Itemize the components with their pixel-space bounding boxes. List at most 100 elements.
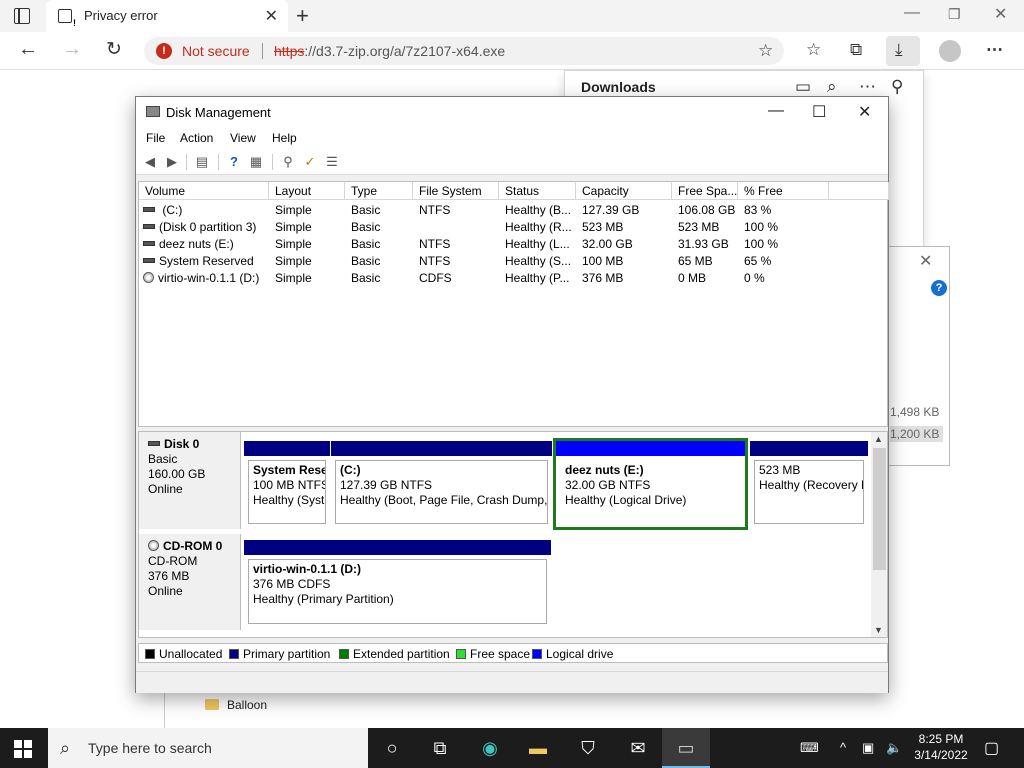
cell-type: Basic <box>351 220 381 234</box>
disk-management-taskbar-button[interactable]: ▭ <box>662 728 710 768</box>
downloads-button[interactable] <box>886 36 920 66</box>
open-folder-icon[interactable]: ▭ <box>795 77 811 97</box>
menu-help[interactable]: Help <box>272 131 297 145</box>
minimize-browser-button[interactable]: — <box>904 4 920 22</box>
scroll-up-icon[interactable]: ▲ <box>874 434 883 444</box>
disk-0-label[interactable]: Disk 0 Basic 160.00 GB Online <box>139 432 241 529</box>
cell-capacity: 100 MB <box>582 254 624 268</box>
table-row[interactable]: (Disk 0 partition 3) Simple Basic Healthy (… <box>139 219 887 236</box>
menu-view[interactable]: View <box>230 131 256 145</box>
column-header-volume[interactable]: Volume <box>139 182 269 200</box>
close-icon[interactable]: ✕ <box>919 251 932 271</box>
taskbar-search[interactable]: ⌕ Type here to search <box>48 728 368 768</box>
table-row[interactable]: deez nuts (E:) Simple Basic NTFS Healthy (L.… <box>139 236 887 253</box>
address-bar[interactable]: ! Not secure https://d3.7-zip.org/a/7z21… <box>144 37 784 65</box>
restore-browser-button[interactable]: ❐ <box>948 6 961 23</box>
close-browser-button[interactable]: ✕ <box>994 4 1007 24</box>
more-menu-icon[interactable]: ⋯ <box>986 40 1003 60</box>
column-header-type[interactable]: Type <box>345 182 413 200</box>
cdrom-0-label[interactable]: CD-ROM 0 CD-ROM 376 MB Online <box>139 534 241 630</box>
edge-icon[interactable]: ◉ <box>478 736 502 760</box>
volume-list[interactable]: Volume Layout Type File System Status Ca… <box>138 181 889 427</box>
profile-avatar[interactable] <box>939 40 961 62</box>
partition-bar <box>244 540 551 555</box>
column-header-status[interactable]: Status <box>499 182 576 200</box>
cell-type: Basic <box>351 271 381 285</box>
connect-icon[interactable]: ⚲ <box>280 154 296 170</box>
security-label[interactable]: Not secure <box>182 43 250 59</box>
back-icon[interactable]: ◀ <box>142 154 158 170</box>
task-view-icon[interactable]: ⧉ <box>428 736 452 760</box>
browser-tab[interactable]: Privacy error ✕ <box>46 0 288 32</box>
cd-icon <box>143 272 154 283</box>
disk-kind: CD-ROM <box>148 554 198 568</box>
cell-capacity: 32.00 GB <box>582 237 633 251</box>
partition-d-cdrom[interactable]: virtio-win-0.1.1 (D:) 376 MB CDFS Health… <box>244 540 551 628</box>
column-header-filesystem[interactable]: File System <box>413 182 499 200</box>
settings-icon[interactable]: ☰ <box>324 154 340 170</box>
table-row[interactable]: (C:) Simple Basic NTFS Healthy (B... 127.39 G… <box>139 202 887 219</box>
menu-file[interactable]: File <box>146 131 165 145</box>
add-favorite-icon[interactable]: ☆ <box>758 41 773 61</box>
collections-icon[interactable]: ⧉ <box>850 40 862 60</box>
check-icon[interactable]: ✓ <box>302 154 318 170</box>
clock[interactable]: 8:25 PM 3/14/2022 <box>908 731 974 763</box>
show-hide-tree-icon[interactable]: ▤ <box>194 154 210 170</box>
partition-system-reserved[interactable]: System Rese 100 MB NTFS Healthy (Syste <box>244 441 330 528</box>
close-tab-icon[interactable]: ✕ <box>265 6 278 26</box>
partition-c[interactable]: (C:) 127.39 GB NTFS Healthy (Boot, Page … <box>331 441 552 528</box>
table-row[interactable]: System Reserved Simple Basic NTFS Healthy (S… <box>139 253 887 270</box>
minimize-button[interactable]: — <box>768 102 784 120</box>
properties-icon[interactable]: ▦ <box>248 154 264 170</box>
favorites-icon[interactable]: ☆ <box>806 40 821 60</box>
keyboard-icon[interactable]: ⌨ <box>800 740 819 756</box>
network-icon[interactable]: ▣ <box>862 740 874 756</box>
back-button[interactable]: ← <box>18 38 38 61</box>
scroll-down-icon[interactable]: ▼ <box>874 625 883 635</box>
store-icon[interactable]: ⛉ <box>576 736 600 760</box>
close-button[interactable]: ✕ <box>858 102 871 122</box>
column-header-capacity[interactable]: Capacity <box>576 182 672 200</box>
column-header-blank <box>829 182 889 200</box>
show-hidden-icons-icon[interactable]: ^ <box>840 740 846 755</box>
volume-icon[interactable]: 🔈 <box>886 740 902 756</box>
forward-button[interactable]: → <box>62 38 82 61</box>
refresh-button[interactable]: ↻ <box>106 38 122 61</box>
cell-fs: NTFS <box>419 203 451 217</box>
tab-actions-icon[interactable] <box>14 8 30 24</box>
column-header-layout[interactable]: Layout <box>269 182 345 200</box>
start-button[interactable] <box>14 740 32 758</box>
partition-e-selected[interactable]: deez nuts (E:) 32.00 GB NTFS Healthy (Lo… <box>553 438 748 530</box>
scroll-thumb[interactable] <box>873 448 886 570</box>
help-icon[interactable]: ? <box>226 154 242 170</box>
url-rest: ://d3.7-zip.org/a/7z2107-x64.exe <box>304 43 506 59</box>
column-header-percent-free[interactable]: % Free <box>738 182 829 200</box>
file-explorer-icon[interactable]: ▬ <box>526 736 550 760</box>
forward-icon[interactable]: ▶ <box>164 154 180 170</box>
window-title: Disk Management <box>166 105 271 120</box>
disk-name: CD-ROM 0 <box>148 539 231 554</box>
partition-bar <box>244 441 330 456</box>
pin-icon[interactable]: ⚲ <box>891 77 903 97</box>
new-tab-button[interactable]: + <box>296 3 309 29</box>
cortana-icon[interactable]: ○ <box>380 736 404 760</box>
help-icon[interactable]: ? <box>931 280 947 296</box>
legend-unallocated: Unallocated <box>145 647 222 661</box>
menu-action[interactable]: Action <box>180 131 213 145</box>
cell-volume: System Reserved <box>143 254 267 268</box>
downloads-more-icon[interactable]: ⋯ <box>859 77 876 97</box>
table-row[interactable]: virtio-win-0.1.1 (D:) Simple Basic CDFS Heal… <box>139 270 887 287</box>
disk-kind: Basic <box>148 452 178 466</box>
notifications-icon[interactable]: ▢ <box>984 738 999 758</box>
partition-recovery[interactable]: 523 MB Healthy (Recovery P <box>750 441 868 528</box>
column-header-free-space[interactable]: Free Spa... <box>672 182 738 200</box>
search-placeholder: Type here to search <box>88 740 212 756</box>
url-text[interactable]: https://d3.7-zip.org/a/7z2107-x64.exe <box>274 43 505 59</box>
cell-fs: NTFS <box>419 254 451 268</box>
maximize-button[interactable]: ☐ <box>812 102 826 122</box>
search-downloads-icon[interactable]: ⌕ <box>827 77 837 97</box>
folder-item[interactable]: Balloon <box>205 698 267 712</box>
drive-icon <box>143 258 155 263</box>
vertical-scrollbar[interactable]: ▲ ▼ <box>871 432 887 637</box>
mail-icon[interactable]: ✉ <box>626 736 650 760</box>
